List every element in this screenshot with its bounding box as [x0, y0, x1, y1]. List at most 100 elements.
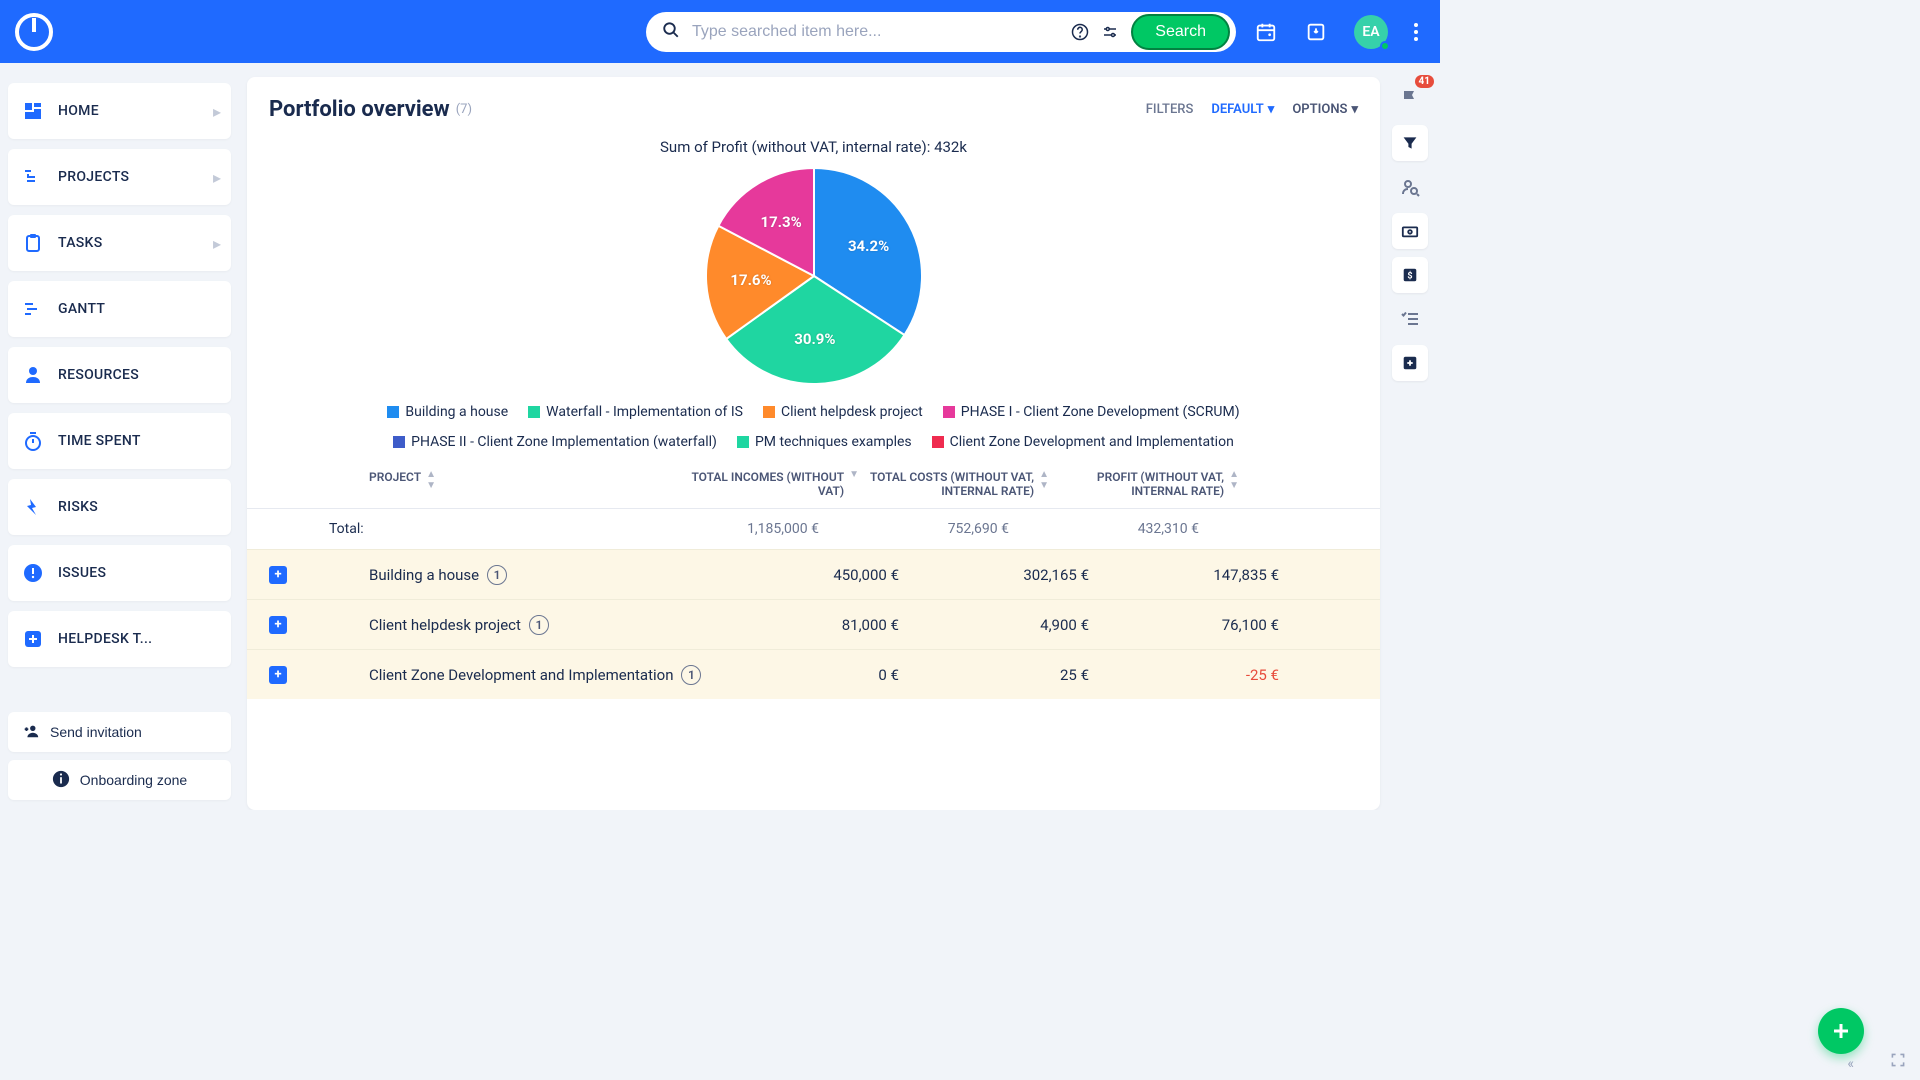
pie-slice-label: 30.9% [794, 330, 835, 348]
project-name[interactable]: Building a house 1 [369, 565, 709, 585]
legend-item[interactable]: PHASE I - Client Zone Development (SCRUM… [943, 404, 1240, 420]
avatar[interactable]: EA [1354, 15, 1388, 49]
column-header-profit[interactable]: PROFIT (WITHOUT VAT, INTERNAL RATE) ▲▼ [1049, 470, 1239, 498]
sidebar-item-home[interactable]: HOME ▸ [8, 83, 231, 139]
project-name[interactable]: Client Zone Development and Implementati… [369, 665, 709, 685]
filters-dropdown[interactable]: DEFAULT ▾ [1211, 102, 1274, 117]
chart-title: Sum of Profit (without VAT, internal rat… [247, 138, 1380, 156]
pie-slice-label: 17.6% [730, 271, 771, 289]
add-icon[interactable] [1392, 345, 1428, 381]
invite-label: Send invitation [50, 724, 142, 740]
flag-icon[interactable]: 41 [1392, 81, 1428, 117]
legend-label: Client Zone Development and Implementati… [950, 434, 1234, 450]
data-table: PROJECT ▲▼ TOTAL INCOMES (WITHOUT VAT) ▼… [247, 456, 1380, 699]
cell-profit: 147,835 € [1089, 566, 1279, 584]
help-icon[interactable] [1071, 23, 1089, 41]
search-icon [662, 21, 680, 43]
sidebar-item-issues[interactable]: ISSUES [8, 545, 231, 601]
cell-costs: 302,165 € [899, 566, 1089, 584]
legend-swatch-icon [737, 436, 749, 448]
chart-legend: Building a house Waterfall - Implementati… [247, 386, 1380, 456]
project-count-badge: 1 [487, 565, 507, 585]
fullscreen-icon[interactable] [1890, 1052, 1906, 1072]
sidebar-item-timespent[interactable]: TIME SPENT [8, 413, 231, 469]
risks-icon [22, 496, 44, 518]
avatar-initials: EA [1362, 24, 1379, 40]
sidebar-item-helpdesk[interactable]: HELPDESK T... [8, 611, 231, 667]
flag-badge: 41 [1415, 75, 1434, 88]
sidebar-item-resources[interactable]: RESOURCES [8, 347, 231, 403]
column-header-costs[interactable]: TOTAL COSTS (WITHOUT VAT, INTERNAL RATE)… [859, 470, 1049, 498]
legend-label: PHASE I - Client Zone Development (SCRUM… [961, 404, 1240, 420]
user-search-icon[interactable] [1392, 169, 1428, 205]
timespent-icon [22, 430, 44, 452]
legend-swatch-icon [528, 406, 540, 418]
cell-costs: 4,900 € [899, 616, 1089, 634]
calendar-icon[interactable] [1254, 20, 1278, 44]
total-costs: 752,690 € [819, 521, 1009, 537]
legend-item[interactable]: Building a house [387, 404, 508, 420]
column-header-incomes[interactable]: TOTAL INCOMES (WITHOUT VAT) ▼ [669, 470, 859, 498]
app-logo[interactable] [14, 12, 54, 52]
search-button[interactable]: Search [1131, 14, 1230, 50]
search-input[interactable] [692, 23, 1065, 41]
legend-item[interactable]: PM techniques examples [737, 434, 912, 450]
sidebar-item-projects[interactable]: PROJECTS ▸ [8, 149, 231, 205]
money-icon[interactable] [1392, 213, 1428, 249]
sidebar: HOME ▸ PROJECTS ▸ TASKS ▸ GANTT RESOURCE… [0, 63, 239, 810]
export-icon[interactable] [1304, 20, 1328, 44]
presence-dot-icon [1380, 41, 1390, 51]
legend-label: Building a house [405, 404, 508, 420]
legend-item[interactable]: Client Zone Development and Implementati… [932, 434, 1234, 450]
project-name[interactable]: Client helpdesk project 1 [369, 615, 709, 635]
pie-chart: 34.2%30.9%17.6%17.3% [704, 166, 924, 386]
expand-row-button[interactable]: + [269, 616, 287, 634]
table-row: + Building a house 1 450,000 € 302,165 €… [247, 549, 1380, 599]
sliders-icon[interactable] [1101, 23, 1119, 41]
page-count: (7) [456, 102, 472, 117]
onboarding-zone-button[interactable]: Onboarding zone [8, 760, 231, 800]
pie-slice-label: 17.3% [760, 213, 801, 231]
table-row: + Client Zone Development and Implementa… [247, 649, 1380, 699]
fab-add-button[interactable] [1818, 1008, 1864, 1054]
cell-profit: 76,100 € [1089, 616, 1279, 634]
legend-swatch-icon [393, 436, 405, 448]
more-menu-icon[interactable] [1406, 15, 1426, 49]
chevron-right-icon: ▸ [213, 102, 221, 121]
collapse-icon[interactable]: « [1847, 1056, 1854, 1072]
send-invitation-button[interactable]: Send invitation [8, 712, 231, 752]
filters-label: FILTERS [1146, 102, 1194, 117]
checklist-icon[interactable] [1392, 301, 1428, 337]
legend-swatch-icon [387, 406, 399, 418]
sort-icon: ▲▼ [1039, 470, 1049, 491]
sidebar-item-gantt[interactable]: GANTT [8, 281, 231, 337]
cell-incomes: 81,000 € [709, 616, 899, 634]
sort-icon: ▼ [849, 470, 859, 480]
sidebar-item-label: RISKS [58, 499, 221, 515]
onboard-label: Onboarding zone [80, 772, 187, 788]
cell-incomes: 0 € [709, 666, 899, 684]
sort-icon: ▲▼ [426, 470, 436, 491]
expand-row-button[interactable]: + [269, 666, 287, 684]
sidebar-item-label: TASKS [58, 235, 213, 251]
sidebar-item-label: TIME SPENT [58, 433, 221, 449]
table-total-row: Total: 1,185,000 € 752,690 € 432,310 € [247, 509, 1380, 549]
legend-swatch-icon [943, 406, 955, 418]
total-label: Total: [329, 521, 629, 537]
filter-icon[interactable] [1392, 125, 1428, 161]
legend-item[interactable]: PHASE II - Client Zone Implementation (w… [393, 434, 717, 450]
legend-label: PHASE II - Client Zone Implementation (w… [411, 434, 717, 450]
total-profit: 432,310 € [1009, 521, 1199, 537]
expand-row-button[interactable]: + [269, 566, 287, 584]
legend-item[interactable]: Client helpdesk project [763, 404, 923, 420]
column-header-project[interactable]: PROJECT ▲▼ [369, 470, 669, 498]
resources-icon [22, 364, 44, 386]
legend-item[interactable]: Waterfall - Implementation of IS [528, 404, 743, 420]
legend-swatch-icon [763, 406, 775, 418]
main-panel: Portfolio overview (7) FILTERS DEFAULT ▾… [247, 77, 1380, 810]
options-dropdown[interactable]: OPTIONS ▾ [1292, 102, 1358, 117]
sidebar-item-tasks[interactable]: TASKS ▸ [8, 215, 231, 271]
sidebar-item-risks[interactable]: RISKS [8, 479, 231, 535]
legend-label: PM techniques examples [755, 434, 912, 450]
currency-icon[interactable]: $ [1392, 257, 1428, 293]
